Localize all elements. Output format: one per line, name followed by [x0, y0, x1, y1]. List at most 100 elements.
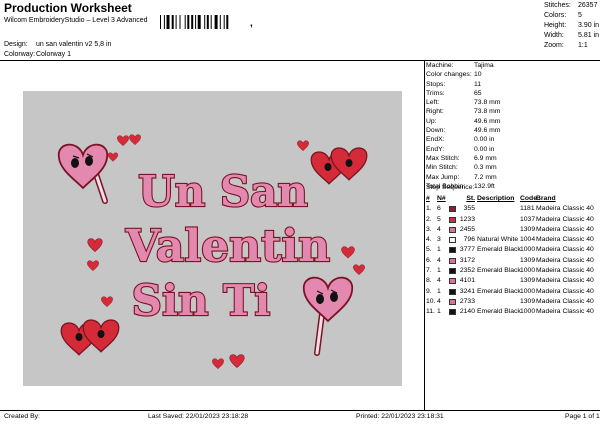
table-row: 2. 5 1233 1037 Madeira Classic 40: [426, 215, 600, 225]
row-code: 1037: [520, 215, 536, 223]
row-num: 5.: [426, 246, 432, 254]
table-row: 6. 4 3172 1309 Madeira Classic 40: [426, 256, 600, 266]
lollipop-heart-right-icon: [302, 276, 354, 356]
stat-row: Colors: 5: [544, 11, 600, 21]
barcode-bar: [226, 15, 229, 29]
info-label: Down:: [426, 127, 446, 135]
row-brand: Madeira Classic 40: [536, 277, 594, 285]
header-description: Description: [477, 195, 515, 202]
row-needle: 1: [437, 287, 441, 295]
info-row: Min Stitch: 0.3 mm: [426, 163, 600, 172]
row-code: 1309: [520, 225, 536, 233]
design-preview: Un San Valentin Sin Ti: [0, 61, 424, 410]
info-label: Left:: [426, 99, 440, 107]
footer-page: Page 1 of 1: [565, 413, 600, 420]
table-row: 8. 4 4101 1309 Madeira Classic 40: [426, 276, 600, 286]
info-value: 6.9 mm: [474, 154, 497, 162]
row-needle: 6: [437, 205, 441, 213]
info-row: Color changes: 10: [426, 70, 600, 79]
colorway-value: Colorway 1: [35, 51, 71, 58]
row-brand: Madeira Classic 40: [536, 267, 594, 275]
row-needle: 1: [437, 246, 441, 254]
machine-info: Machine: Tajima Color changes: 10 Stops: 11…: [426, 61, 600, 191]
row-needle: 4: [437, 256, 441, 264]
app-subtitle: Wilcom EmbroideryStudio – Level 3 Advanc…: [4, 17, 148, 24]
stat-row: Stitches: 26357: [544, 1, 600, 11]
stat-value: 5: [578, 12, 582, 19]
row-code: 1309: [520, 297, 536, 305]
info-value: 0.00 in: [474, 145, 495, 153]
barcode-bar: [171, 15, 174, 29]
barcode-bar: [187, 15, 190, 29]
row-stitches: 3172: [459, 256, 475, 264]
stat-value: 5.81 in: [578, 32, 600, 39]
row-num: 11.: [426, 308, 435, 316]
row-num: 7.: [426, 267, 432, 275]
design-label: Design:: [4, 41, 28, 48]
design-row: Design: un san valentin v2 5,8 in: [4, 41, 111, 48]
page-title: Production Worksheet: [4, 1, 132, 15]
info-row: Max Jump: 7.2 mm: [426, 173, 600, 182]
info-value: 49.6 mm: [474, 117, 501, 125]
row-brand: Madeira Classic 40: [536, 297, 594, 305]
row-stitches: 2733: [459, 297, 475, 305]
row-needle: 4: [437, 225, 441, 233]
row-needle: 1: [437, 267, 441, 275]
info-label: Up:: [426, 117, 437, 125]
info-label: EndY:: [426, 145, 445, 153]
info-label: EndX:: [426, 136, 445, 144]
stat-row: Zoom: 1:1: [544, 41, 600, 51]
info-label: Stops:: [426, 80, 446, 88]
table-body: 1. 6 355 1181 Madeira Classic 40 2. 5 1233 1037 M…: [426, 204, 600, 317]
footer-divider: [0, 410, 600, 411]
info-row: Right: 73.8 mm: [426, 107, 600, 116]
row-description: Natural White: [477, 236, 519, 244]
row-code: 1004: [520, 236, 536, 244]
header-brand: Brand: [536, 195, 556, 202]
info-row: Up: 49.6 mm: [426, 117, 600, 126]
row-stitches: 2352: [459, 267, 475, 275]
info-label: Max Stitch:: [426, 154, 460, 162]
barcode-bar: [214, 15, 218, 29]
info-label: Color changes:: [426, 71, 472, 79]
info-value: 11: [474, 80, 482, 88]
header-code: Code: [520, 195, 537, 202]
barcode-bar: [191, 15, 194, 29]
color-swatch: [449, 309, 456, 316]
stat-row: Height: 3.90 in: [544, 21, 600, 31]
row-needle: 3: [437, 236, 441, 244]
row-description: Emerald Black: [477, 246, 521, 254]
info-value: 7.2 mm: [474, 173, 497, 181]
table-row: 4. 3 796 Natural White 1004 Madeira Classic 4…: [426, 235, 600, 245]
color-swatch: [449, 257, 456, 264]
stop-sequence-title: Stop Sequence:: [426, 184, 475, 191]
table-row: 7. 1 2352 Emerald Black 1000 Madeira Classic …: [426, 266, 600, 276]
stat-value: 1:1: [578, 42, 588, 49]
row-needle: 4: [437, 297, 441, 305]
stat-label: Zoom:: [544, 42, 564, 49]
colorway-row: Colorway: Colorway 1: [4, 51, 71, 58]
stop-sequence-table: # N# St. Description Code Brand 1. 6 355 11…: [426, 194, 600, 318]
color-swatch: [449, 206, 456, 213]
design-text-line2: Valentin: [125, 221, 330, 272]
info-row: Down: 49.6 mm: [426, 126, 600, 135]
stat-label: Colors:: [544, 12, 567, 19]
footer-created-by: Created By:: [4, 413, 40, 420]
info-value: 49.6 mm: [474, 127, 501, 135]
barcode-bar: [179, 15, 181, 29]
header-stitches: St.: [466, 195, 475, 202]
info-value: Tajima: [474, 62, 494, 69]
row-brand: Madeira Classic 40: [536, 287, 594, 295]
info-row: Trims: 65: [426, 89, 600, 98]
row-description: Emerald Black: [477, 287, 521, 295]
row-brand: Madeira Classic 40: [536, 225, 594, 233]
info-value: 0.00 in: [474, 136, 495, 144]
barcode-bar: [210, 15, 212, 29]
row-code: 1000: [520, 287, 536, 295]
info-value: 132.9ft: [474, 182, 495, 190]
info-label: Max Jump:: [426, 173, 460, 181]
barcode-bar: [223, 15, 225, 29]
info-value: 10: [474, 71, 482, 79]
row-num: 10.: [426, 297, 436, 305]
design-text: Un San Valentin Sin Ti: [124, 166, 332, 326]
